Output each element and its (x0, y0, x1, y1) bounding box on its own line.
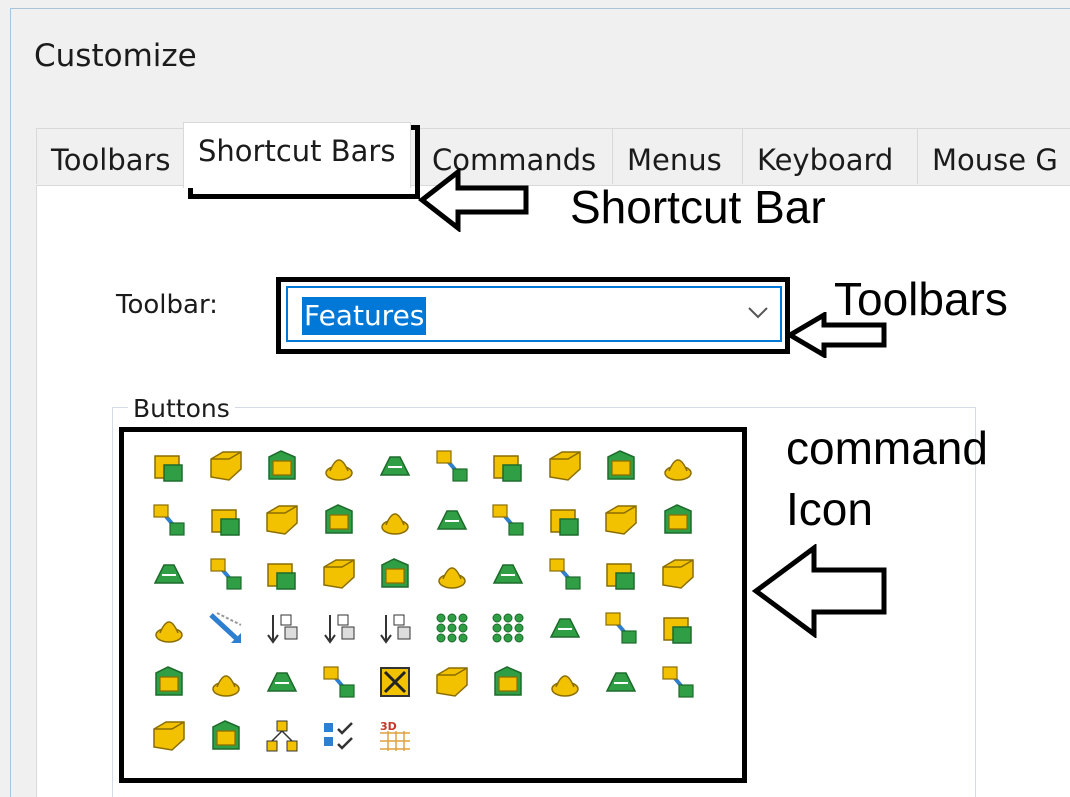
linear-pattern-icon[interactable] (433, 501, 471, 539)
fill-pattern-icon[interactable] (546, 609, 584, 647)
insert-part-icon[interactable] (263, 609, 301, 647)
split-line-icon[interactable] (150, 609, 188, 647)
circular-pattern-icon[interactable] (489, 501, 527, 539)
draft-icon[interactable] (659, 501, 697, 539)
advanced-hole-icon[interactable] (263, 555, 301, 593)
chamfer-icon[interactable] (207, 501, 245, 539)
sketch-driven-pattern-icon[interactable] (659, 663, 697, 701)
lofted-cut-icon[interactable] (602, 447, 640, 485)
dome-icon[interactable] (320, 555, 358, 593)
rib-icon[interactable] (602, 501, 640, 539)
extruded-cut-icon[interactable] (433, 447, 471, 485)
swept-cut-icon[interactable] (546, 447, 584, 485)
tab-mouse-gestures[interactable]: Mouse G (917, 128, 1070, 184)
left-arrow-icon (418, 168, 529, 232)
intersect-icon[interactable] (602, 555, 640, 593)
toolbar-select-value: Features (302, 297, 427, 335)
deform-icon[interactable] (433, 555, 471, 593)
command-annotation-line2: Icon (786, 483, 873, 535)
face-fillet-icon[interactable] (320, 501, 358, 539)
delete-face-icon[interactable] (376, 663, 414, 701)
tab-strip: Toolbars Shortcut Bars Commands Menus Ke… (36, 122, 1070, 188)
copy-feature-icon[interactable] (150, 717, 188, 755)
tab-keyboard[interactable]: Keyboard (742, 128, 918, 184)
combine-icon[interactable] (659, 555, 697, 593)
cavity-icon[interactable] (320, 663, 358, 701)
replace-face-icon[interactable] (433, 663, 471, 701)
table-pattern-icon[interactable] (659, 609, 697, 647)
boundary-boss-icon[interactable] (376, 447, 414, 485)
tab-menus[interactable]: Menus (612, 128, 743, 184)
save-bodies-icon[interactable] (489, 663, 527, 701)
boundary-cut-icon[interactable] (659, 447, 697, 485)
thicken-icon[interactable] (263, 663, 301, 701)
toolbars-annotation: Toolbars (834, 273, 1008, 325)
check-icon[interactable] (320, 717, 358, 755)
swept-boss-icon[interactable] (263, 447, 301, 485)
hole-wizard-icon[interactable] (207, 555, 245, 593)
lofted-boss-icon[interactable] (320, 447, 358, 485)
toolbar-select[interactable]: Features (286, 286, 782, 342)
toolbar-label: Toolbar: (116, 290, 218, 320)
left-arrow-icon (751, 544, 887, 638)
command-annotation-line1: command (786, 422, 988, 474)
dialog-title: Customize (34, 38, 197, 74)
chevron-down-icon (748, 307, 768, 319)
imported-geometry-icon[interactable] (546, 663, 584, 701)
fillet-icon[interactable] (150, 501, 188, 539)
shell-icon[interactable] (150, 555, 188, 593)
tab-toolbars[interactable]: Toolbars (36, 128, 184, 184)
3d-texture-icon[interactable]: 3D (376, 717, 414, 755)
feature-works-icon[interactable] (207, 717, 245, 755)
tab-shortcut-bars[interactable]: Shortcut Bars (183, 122, 411, 188)
flex-icon[interactable] (489, 555, 527, 593)
wrap-icon[interactable] (546, 555, 584, 593)
shortcut-bar-annotation: Shortcut Bar (570, 181, 826, 233)
revolved-boss-icon[interactable] (207, 447, 245, 485)
variable-pattern-icon[interactable] (602, 609, 640, 647)
delete-body-icon[interactable] (376, 609, 414, 647)
curve-driven-pattern-icon[interactable] (602, 663, 640, 701)
indent-icon[interactable] (207, 663, 245, 701)
scale-icon[interactable] (150, 663, 188, 701)
freeform-icon[interactable] (376, 555, 414, 593)
mirror-icon[interactable] (546, 501, 584, 539)
full-round-fillet-icon[interactable] (376, 501, 414, 539)
curve-pattern-icon[interactable] (489, 609, 527, 647)
move-copy-body-icon[interactable] (320, 609, 358, 647)
extruded-boss-icon[interactable] (150, 447, 188, 485)
instant3d-icon[interactable] (263, 717, 301, 755)
sketch-pattern-icon[interactable] (433, 609, 471, 647)
buttons-group-label: Buttons (128, 394, 235, 423)
variable-fillet-icon[interactable] (263, 501, 301, 539)
revolved-cut-icon[interactable] (489, 447, 527, 485)
move-face-icon[interactable] (207, 609, 245, 647)
